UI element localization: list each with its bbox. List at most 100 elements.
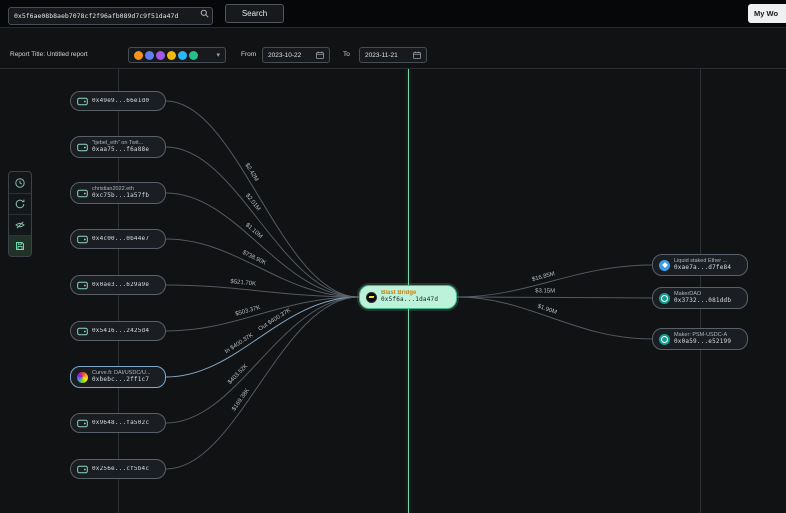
visualizer-app: Search My Wo Report Title: Untitled repo…	[0, 0, 786, 513]
left-graph-node[interactable]: 0x49e9...66e1d0	[70, 91, 166, 111]
wallet-icon	[77, 142, 88, 153]
flow-edge[interactable]	[166, 239, 359, 297]
edge-amount-label: $3.15M	[535, 288, 555, 294]
flow-edge[interactable]	[457, 297, 652, 298]
report-bar: Report Title: Untitled report ▾ From 202…	[0, 44, 786, 68]
node-text: Curve.fi: DAI/USDC/U...0xbebc...2ff1c7	[92, 370, 150, 383]
edge-amount-label: $503.37K	[235, 305, 261, 318]
edge-amount-label: $738.90K	[241, 250, 267, 267]
to-date-value: 2023-11-21	[365, 52, 398, 59]
toolbar-hide-button[interactable]	[9, 214, 31, 235]
node-text: 0x0ae3...629a9e	[92, 282, 149, 289]
node-address: 0x0ae3...629a9e	[92, 282, 149, 289]
left-graph-node[interactable]: 0x0ae3...629a9e	[70, 275, 166, 295]
chain-icon	[134, 51, 143, 60]
flow-edge[interactable]	[166, 297, 359, 423]
node-address: 0x256e...cf5b4c	[92, 466, 149, 473]
graph-toolbar	[8, 171, 32, 257]
search-icon	[200, 9, 209, 18]
edge-amount-label: $521.70K	[230, 279, 256, 287]
node-address: 0xbebc...2ff1c7	[92, 377, 150, 384]
calendar-icon	[316, 51, 324, 59]
my-workspace-button[interactable]: My Wo	[748, 4, 786, 23]
node-text: 0x256e...cf5b4c	[92, 466, 149, 473]
left-graph-node[interactable]: "tjebel_eth" on Twit...0xaa75...f6a88e	[70, 136, 166, 158]
node-text: MakerDAO0x3732...081ddb	[674, 291, 731, 304]
flow-edge[interactable]	[457, 297, 652, 339]
search-button[interactable]: Search	[225, 4, 284, 23]
refresh-icon	[14, 198, 26, 210]
calendar-icon	[413, 51, 421, 59]
right-graph-node[interactable]: Maker: PSM-USDC-A0x0a59...e52199	[652, 328, 748, 350]
save-icon	[14, 240, 26, 252]
chain-icon	[167, 51, 176, 60]
top-bar: Search My Wo	[0, 0, 786, 28]
toolbar-refresh-button[interactable]	[9, 193, 31, 214]
node-address: 0x5416...2425d4	[92, 328, 149, 335]
node-text: "tjebel_eth" on Twit...0xaa75...f6a88e	[92, 140, 149, 153]
lido-icon	[659, 260, 670, 271]
flow-edge[interactable]	[457, 265, 652, 297]
node-address: 0xae7a...d7fe84	[674, 265, 731, 272]
edge-amount-label: $2.42M	[243, 162, 259, 182]
maker-icon	[659, 293, 670, 304]
flow-edge[interactable]	[166, 193, 359, 297]
flow-edge[interactable]	[166, 297, 359, 377]
wallet-icon	[77, 234, 88, 245]
left-graph-node[interactable]: 0x5416...2425d4	[70, 321, 166, 341]
node-text: 0x5416...2425d4	[92, 328, 149, 335]
chain-icon	[156, 51, 165, 60]
chain-icon	[178, 51, 187, 60]
left-graph-node[interactable]: Curve.fi: DAI/USDC/U...0xbebc...2ff1c7	[70, 366, 166, 388]
eye-off-icon	[14, 219, 26, 231]
history-icon	[14, 177, 26, 189]
header-divider	[0, 68, 786, 69]
node-text: 0x4c00...0b44e7	[92, 236, 149, 243]
node-text: Blast Bridge0x5f6a...1da47d	[381, 290, 438, 304]
from-date-value: 2023-10-22	[268, 52, 301, 59]
search-field-wrap	[8, 5, 213, 23]
left-graph-node[interactable]: christian2022.eth0xc75b...1a57fb	[70, 182, 166, 204]
chain-icons	[134, 51, 200, 60]
node-address: 0xaa75...f6a88e	[92, 147, 149, 154]
toolbar-save-button[interactable]	[9, 235, 31, 256]
search-input[interactable]	[8, 7, 213, 25]
flow-edge[interactable]	[166, 285, 359, 297]
node-text: christian2022.eth0xc75b...1a57fb	[92, 186, 149, 199]
wallet-icon	[77, 418, 88, 429]
right-graph-node[interactable]: MakerDAO0x3732...081ddb	[652, 287, 748, 309]
node-text: Liquid staked Ether ...0xae7a...d7fe84	[674, 258, 731, 271]
right-graph-node[interactable]: Liquid staked Ether ...0xae7a...d7fe84	[652, 254, 748, 276]
from-date-input[interactable]: 2023-10-22	[262, 47, 330, 63]
report-title: Report Title: Untitled report	[10, 51, 88, 58]
toolbar-history-button[interactable]	[9, 172, 31, 193]
left-graph-node[interactable]: 0x9648...fa502c	[70, 413, 166, 433]
curve-icon	[77, 372, 88, 383]
node-text: 0x49e9...66e1d0	[92, 98, 149, 105]
left-graph-node[interactable]: 0x256e...cf5b4c	[70, 459, 166, 479]
left-graph-node[interactable]: 0x4c00...0b44e7	[70, 229, 166, 249]
to-date-input[interactable]: 2023-11-21	[359, 47, 427, 63]
from-label: From	[241, 51, 256, 58]
chain-icon	[189, 51, 198, 60]
wallet-icon	[77, 188, 88, 199]
flow-edge[interactable]	[166, 297, 359, 469]
node-address: 0x49e9...66e1d0	[92, 98, 149, 105]
node-address: 0xc75b...1a57fb	[92, 193, 149, 200]
node-address: 0x4c00...0b44e7	[92, 236, 149, 243]
node-text: Maker: PSM-USDC-A0x0a59...e52199	[674, 332, 731, 345]
blast-icon	[366, 292, 377, 303]
wallet-icon	[77, 464, 88, 475]
chevron-down-icon: ▾	[216, 52, 220, 59]
wallet-icon	[77, 96, 88, 107]
wallet-icon	[77, 280, 88, 291]
flow-edge[interactable]	[166, 147, 359, 297]
node-address: 0x3732...081ddb	[674, 298, 731, 305]
edge-amount-label: $1.10M	[244, 222, 263, 240]
chain-filter-dropdown[interactable]: ▾	[128, 47, 226, 63]
flow-edge[interactable]	[166, 297, 359, 331]
node-address: 0x5f6a...1da47d	[381, 297, 438, 304]
node-address: 0x0a59...e52199	[674, 339, 731, 346]
node-text: 0x9648...fa502c	[92, 420, 149, 427]
center-node[interactable]: Blast Bridge0x5f6a...1da47d	[359, 285, 457, 309]
